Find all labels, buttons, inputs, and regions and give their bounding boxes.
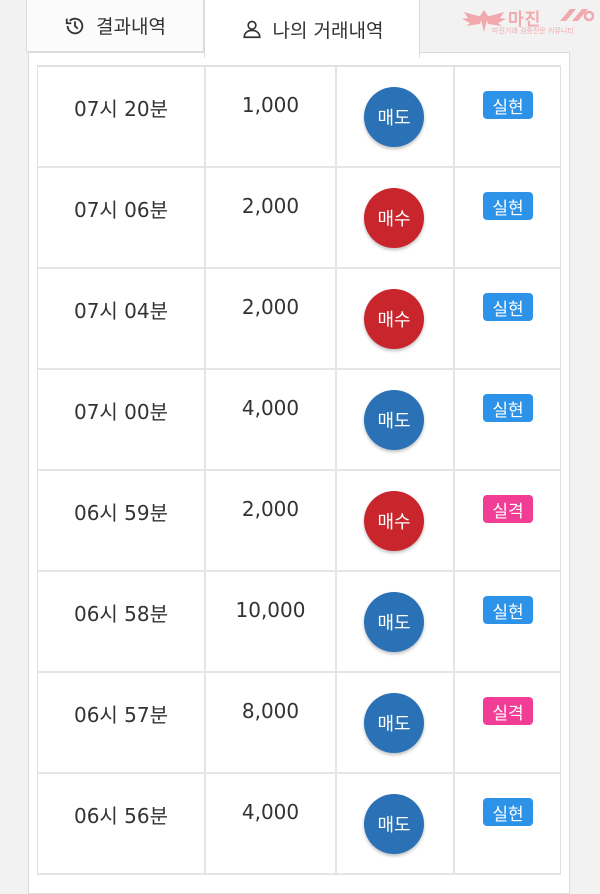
time-cell: 07시 00분 <box>38 370 206 469</box>
trade-time: 07시 20분 <box>73 97 169 121</box>
amount-cell: 10,000 <box>206 572 337 671</box>
result-cell: 실격 <box>455 471 562 570</box>
trade-history-table: 07시 20분 1,000 매도 실현 07시 06분 2,000 매수 실현 07시 04분 2… <box>37 65 561 875</box>
result-cell: 실현 <box>455 168 562 267</box>
type-cell: 매도 <box>337 673 455 772</box>
result-cell: 실현 <box>455 774 562 873</box>
tab-my-trades[interactable]: 나의 거래내역 <box>204 0 420 58</box>
amount-cell: 2,000 <box>206 269 337 368</box>
table-row: 06시 57분 8,000 매도 실격 <box>38 673 560 774</box>
trade-history-panel: 07시 20분 1,000 매도 실현 07시 06분 2,000 매수 실현 07시 04분 2… <box>28 52 570 894</box>
table-row: 07시 00분 4,000 매도 실현 <box>38 370 560 471</box>
result-badge: 실격 <box>483 495 533 523</box>
buy-badge: 매수 <box>364 188 424 248</box>
logo-mark-icon <box>560 9 594 22</box>
tab-my-trades-label: 나의 거래내역 <box>272 19 384 42</box>
time-cell: 07시 20분 <box>38 67 206 166</box>
sell-badge: 매도 <box>364 390 424 450</box>
result-badge: 실현 <box>483 293 533 321</box>
result-cell: 실격 <box>455 673 562 772</box>
type-cell: 매수 <box>337 269 455 368</box>
trade-time: 06시 56분 <box>73 804 169 828</box>
buy-badge: 매수 <box>364 491 424 551</box>
trade-amount: 2,000 <box>241 295 300 319</box>
trade-amount: 2,000 <box>241 194 300 218</box>
time-cell: 06시 56분 <box>38 774 206 873</box>
trade-time: 06시 59분 <box>73 501 169 525</box>
trade-amount: 8,000 <box>241 699 300 723</box>
result-badge: 실현 <box>483 798 533 826</box>
amount-cell: 2,000 <box>206 471 337 570</box>
tab-history-label: 결과내역 <box>96 16 166 38</box>
trade-time: 07시 06분 <box>73 198 169 222</box>
result-cell: 실현 <box>455 370 562 469</box>
trade-amount: 2,000 <box>241 497 300 521</box>
trade-time: 07시 04분 <box>73 299 169 323</box>
result-badge: 실현 <box>483 596 533 624</box>
history-icon <box>65 17 84 34</box>
time-cell: 06시 59분 <box>38 471 206 570</box>
table-row: 07시 06분 2,000 매수 실현 <box>38 168 560 269</box>
type-cell: 매도 <box>337 572 455 671</box>
table-row: 07시 04분 2,000 매수 실현 <box>38 269 560 370</box>
amount-cell: 1,000 <box>206 67 337 166</box>
amount-cell: 8,000 <box>206 673 337 772</box>
table-row: 07시 20분 1,000 매도 실현 <box>38 67 560 168</box>
trade-amount: 4,000 <box>241 396 300 420</box>
result-cell: 실현 <box>455 269 562 368</box>
amount-cell: 4,000 <box>206 370 337 469</box>
sell-badge: 매도 <box>364 794 424 854</box>
trade-amount: 4,000 <box>241 800 300 824</box>
logo-tagline: 마진거래 검증전문 커뮤니티 <box>492 27 574 35</box>
result-badge: 실현 <box>483 192 533 220</box>
sell-badge: 매도 <box>364 87 424 147</box>
result-badge: 실현 <box>483 394 533 422</box>
amount-cell: 4,000 <box>206 774 337 873</box>
trade-time: 06시 57분 <box>73 703 169 727</box>
table-row: 06시 56분 4,000 매도 실현 <box>38 774 560 875</box>
trade-time: 07시 00분 <box>73 400 169 424</box>
sell-badge: 매도 <box>364 592 424 652</box>
time-cell: 07시 04분 <box>38 269 206 368</box>
type-cell: 매도 <box>337 67 455 166</box>
amount-cell: 2,000 <box>206 168 337 267</box>
result-badge: 실격 <box>483 697 533 725</box>
site-logo: 마진 마진거래 검증전문 커뮤니티 <box>462 4 594 38</box>
type-cell: 매수 <box>337 168 455 267</box>
time-cell: 07시 06분 <box>38 168 206 267</box>
trade-amount: 1,000 <box>241 93 300 117</box>
sell-badge: 매도 <box>364 693 424 753</box>
trade-amount: 10,000 <box>235 598 306 622</box>
user-icon <box>242 20 261 39</box>
buy-badge: 매수 <box>364 289 424 349</box>
type-cell: 매도 <box>337 370 455 469</box>
time-cell: 06시 58분 <box>38 572 206 671</box>
type-cell: 매도 <box>337 774 455 873</box>
trade-time: 06시 58분 <box>73 602 169 626</box>
tab-history[interactable]: 결과내역 <box>26 0 204 52</box>
table-row: 06시 58분 10,000 매도 실현 <box>38 572 560 673</box>
type-cell: 매수 <box>337 471 455 570</box>
result-badge: 실현 <box>483 91 533 119</box>
result-cell: 실현 <box>455 572 562 671</box>
table-row: 06시 59분 2,000 매수 실격 <box>38 471 560 572</box>
time-cell: 06시 57분 <box>38 673 206 772</box>
result-cell: 실현 <box>455 67 562 166</box>
